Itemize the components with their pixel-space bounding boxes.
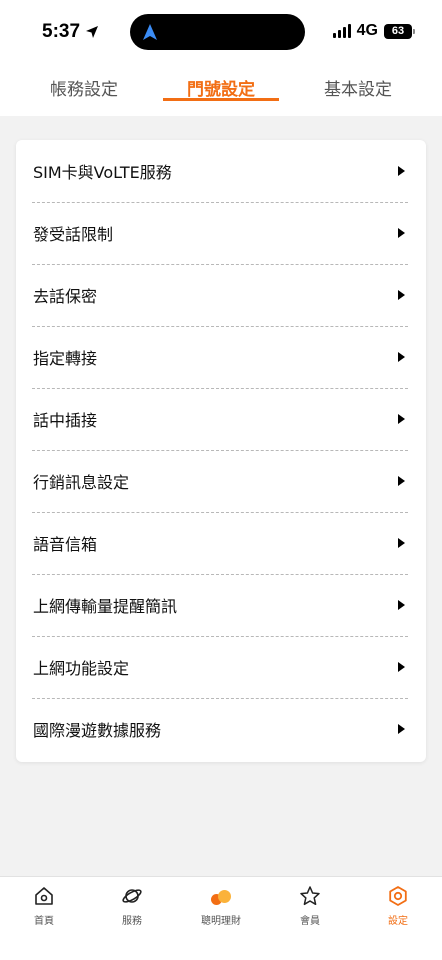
caret-right-icon [398,538,405,548]
status-bar: 5:37 4G 63 [0,0,442,64]
nav-label: 會員 [300,916,320,927]
star-icon [300,886,320,906]
caret-right-icon [398,600,405,610]
menu-item-call-restriction[interactable]: 發受話限制 [32,202,408,264]
nav-settings[interactable]: 設定 [368,885,428,927]
menu-item-label: SIM卡與VoLTE服務 [33,163,172,182]
status-time-group: 5:37 [42,21,99,43]
signal-icon [332,24,351,38]
home-icon [35,887,53,905]
menu-item-voicemail[interactable]: 語音信箱 [32,512,408,574]
menu-item-roaming-data[interactable]: 國際漫遊數據服務 [32,698,408,760]
location-arrow-icon [86,26,99,38]
dynamic-island [130,14,305,50]
status-right: 4G 63 [332,22,415,40]
caret-right-icon [398,352,405,362]
status-time: 5:37 [42,21,81,42]
menu-item-label: 發受話限制 [33,225,114,244]
menu-item-label: 行銷訊息設定 [33,473,130,492]
navigation-arrow-icon [143,24,157,40]
menu-item-label: 話中插接 [33,411,98,430]
menu-item-data-usage-sms[interactable]: 上網傳輸量提醒簡訊 [32,574,408,636]
menu-item-data-settings[interactable]: 上網功能設定 [32,636,408,698]
menu-item-call-forwarding[interactable]: 指定轉接 [32,326,408,388]
planet-icon [122,889,142,903]
nav-label: 聰明理財 [201,916,241,927]
bottom-nav: 首頁 服務 聰明理財 會員 設定 [0,876,442,960]
settings-tabs: 帳務設定 門號設定 基本設定 [0,64,442,116]
caret-right-icon [398,724,405,734]
caret-right-icon [398,476,405,486]
caret-right-icon [398,228,405,238]
menu-item-label: 指定轉接 [33,349,98,368]
menu-item-label: 上網功能設定 [33,659,130,678]
tab-basic-settings[interactable]: 基本設定 [300,75,416,100]
menu-item-sim-volte[interactable]: SIM卡與VoLTE服務 [32,140,408,202]
menu-item-label: 國際漫遊數據服務 [33,721,162,740]
nav-label: 設定 [388,916,408,927]
active-tab-indicator [163,98,279,101]
menu-item-marketing-messages[interactable]: 行銷訊息設定 [32,450,408,512]
nav-label: 首頁 [34,916,54,927]
gear-icon [389,886,407,906]
nav-service[interactable]: 服務 [102,885,162,927]
menu-item-label: 去話保密 [33,287,98,306]
menu-item-caller-id-privacy[interactable]: 去話保密 [32,264,408,326]
tab-number-settings[interactable]: 門號設定 [163,75,279,100]
caret-right-icon [398,290,405,300]
menu-card: SIM卡與VoLTE服務 發受話限制 去話保密 指定轉接 話中插接 行銷訊息設定… [16,140,426,762]
nav-label: 服務 [122,916,142,927]
nav-member[interactable]: 會員 [280,885,340,927]
network-label: 4G [356,22,378,39]
battery-icon: 63 [384,23,415,39]
battery-level: 63 [391,25,405,37]
caret-right-icon [398,414,405,424]
caret-right-icon [398,166,405,176]
nav-home[interactable]: 首頁 [14,885,74,927]
menu-item-label: 上網傳輸量提醒簡訊 [33,597,178,616]
tab-billing-settings[interactable]: 帳務設定 [26,75,142,100]
nav-smart-finance[interactable]: 聰明理財 [191,885,251,927]
caret-right-icon [398,662,405,672]
menu-item-label: 語音信箱 [33,535,98,554]
coins-icon [209,885,233,907]
menu-item-call-waiting[interactable]: 話中插接 [32,388,408,450]
